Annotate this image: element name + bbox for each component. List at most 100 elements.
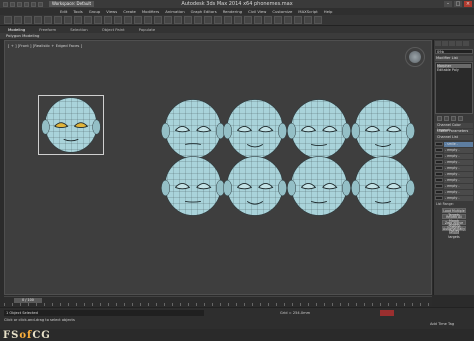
- track-bar[interactable]: [4, 303, 432, 306]
- channel-value-spinner[interactable]: [435, 166, 443, 170]
- channel-value-spinner[interactable]: [435, 172, 443, 176]
- channel-label[interactable]: - empty -: [444, 195, 473, 201]
- morph-target-head-mesh[interactable]: [351, 156, 415, 216]
- snap-toggle-icon[interactable]: [174, 16, 182, 24]
- modifier-stack[interactable]: Morpher Editable Poly: [435, 62, 473, 114]
- close-button[interactable]: ×: [464, 1, 472, 7]
- morph-target-head-mesh[interactable]: [223, 99, 287, 159]
- material-editor-icon[interactable]: [284, 16, 292, 24]
- bind-space-warp-icon[interactable]: [44, 16, 52, 24]
- reference-coord-icon[interactable]: [134, 16, 142, 24]
- action-button-1[interactable]: Reload All Morph Targets: [442, 214, 466, 227]
- morph-target-head-mesh[interactable]: [287, 156, 351, 216]
- channel-value-spinner[interactable]: [435, 178, 443, 182]
- action-button-2[interactable]: Zero Active Channel Values: [442, 220, 466, 233]
- menu-item-rendering[interactable]: Rendering: [223, 9, 242, 14]
- channel-row[interactable]: - empty -: [435, 195, 473, 201]
- channel-label[interactable]: - empty -: [444, 171, 473, 177]
- keyboard-shortcut-icon[interactable]: [164, 16, 172, 24]
- morph-target-head-mesh[interactable]: [287, 99, 351, 159]
- pin-stack-icon[interactable]: [437, 116, 442, 121]
- menu-item-views[interactable]: Views: [106, 9, 117, 14]
- menu-item-modifiers[interactable]: Modifiers: [142, 9, 159, 14]
- workspace-dropdown[interactable]: Workspace: Default: [49, 1, 95, 7]
- channel-label[interactable]: - empty -: [444, 189, 473, 195]
- mirror-icon[interactable]: [224, 16, 232, 24]
- rendered-frame-icon[interactable]: [304, 16, 312, 24]
- selection-filter-icon[interactable]: [54, 16, 62, 24]
- pivot-center-icon[interactable]: [144, 16, 152, 24]
- motion-tab-icon[interactable]: [456, 41, 462, 46]
- channel-value-spinner[interactable]: [435, 160, 443, 164]
- remove-modifier-icon[interactable]: [458, 116, 463, 121]
- modify-tab-icon[interactable]: [442, 41, 448, 46]
- window-crossing-icon[interactable]: [94, 16, 102, 24]
- channel-label[interactable]: - empty -: [444, 153, 473, 159]
- redo-icon[interactable]: [14, 16, 22, 24]
- align-icon[interactable]: [234, 16, 242, 24]
- menu-item-group[interactable]: Group: [89, 9, 101, 14]
- channel-value-spinner[interactable]: [435, 148, 443, 152]
- scale-icon[interactable]: [124, 16, 132, 24]
- undo-icon[interactable]: [31, 1, 36, 7]
- channel-value-spinner[interactable]: [435, 190, 443, 194]
- graphite-icon[interactable]: [254, 16, 262, 24]
- channel-label[interactable]: - empty -: [444, 183, 473, 189]
- select-object-icon[interactable]: [64, 16, 72, 24]
- minimize-button[interactable]: –: [444, 1, 452, 7]
- rollout-global-parameters[interactable]: Global Parameters: [435, 129, 473, 134]
- ribbon-panel-polygon-modeling[interactable]: Polygon Modeling: [0, 33, 474, 39]
- menu-item-customize[interactable]: Customize: [272, 9, 292, 14]
- object-name-field[interactable]: 09b: [435, 49, 473, 54]
- rollout-channel-list[interactable]: Channel List: [435, 135, 473, 140]
- action-button-3[interactable]: Automatically reload targets: [442, 226, 466, 239]
- add-time-tag[interactable]: Add Time Tag: [430, 322, 454, 326]
- action-button-0[interactable]: Load Multiple Targets: [442, 208, 466, 217]
- make-unique-icon[interactable]: [451, 116, 456, 121]
- channel-value-spinner[interactable]: [435, 184, 443, 188]
- select-by-name-icon[interactable]: [74, 16, 82, 24]
- spinner-snap-icon[interactable]: [204, 16, 212, 24]
- render-setup-icon[interactable]: [294, 16, 302, 24]
- morph-target-head-mesh[interactable]: [351, 99, 415, 159]
- channel-label[interactable]: - empty -: [444, 159, 473, 165]
- auto-key-button[interactable]: [380, 310, 394, 316]
- tab-populate[interactable]: Populate: [139, 27, 156, 32]
- maximize-button[interactable]: □: [454, 1, 462, 7]
- channel-label[interactable]: - empty -: [444, 147, 473, 153]
- menu-item-maxscript[interactable]: MAXScript: [298, 9, 318, 14]
- hierarchy-tab-icon[interactable]: [449, 41, 455, 46]
- select-manipulate-icon[interactable]: [154, 16, 162, 24]
- channel-value-spinner[interactable]: [435, 196, 443, 200]
- angle-snap-icon[interactable]: [184, 16, 192, 24]
- tab-selection[interactable]: Selection: [70, 27, 88, 32]
- menu-item-tools[interactable]: Tools: [73, 9, 82, 14]
- percent-snap-icon[interactable]: [194, 16, 202, 24]
- app-menu-icon[interactable]: [3, 1, 8, 7]
- timeline[interactable]: 0 / 100: [4, 296, 432, 306]
- morph-target-head-mesh[interactable]: [161, 99, 225, 159]
- menu-item-create[interactable]: Create: [123, 9, 136, 14]
- menu-item-help[interactable]: Help: [324, 9, 333, 14]
- unlink-icon[interactable]: [34, 16, 42, 24]
- tab-modeling[interactable]: Modeling: [8, 27, 25, 32]
- tab-object-paint[interactable]: Object Paint: [102, 27, 125, 32]
- stack-item-editable-poly[interactable]: Editable Poly: [437, 68, 471, 72]
- channel-label[interactable]: - empty -: [444, 165, 473, 171]
- open-file-icon[interactable]: [17, 1, 22, 7]
- channel-label[interactable]: - smile -: [444, 141, 473, 147]
- link-icon[interactable]: [24, 16, 32, 24]
- tab-freeform[interactable]: Freeform: [39, 27, 56, 32]
- display-tab-icon[interactable]: [463, 41, 469, 46]
- rotate-icon[interactable]: [114, 16, 122, 24]
- menu-item-edit[interactable]: Edit: [60, 9, 67, 14]
- move-icon[interactable]: [104, 16, 112, 24]
- morph-target-head-mesh[interactable]: [223, 156, 287, 216]
- rect-selection-icon[interactable]: [84, 16, 92, 24]
- new-file-icon[interactable]: [10, 1, 15, 7]
- channel-label[interactable]: - empty -: [444, 177, 473, 183]
- menu-item-animation[interactable]: Animation: [165, 9, 184, 14]
- menu-item-civil-view[interactable]: Civil View: [248, 9, 266, 14]
- named-selection-icon[interactable]: [214, 16, 222, 24]
- scene-canvas[interactable]: [5, 41, 433, 296]
